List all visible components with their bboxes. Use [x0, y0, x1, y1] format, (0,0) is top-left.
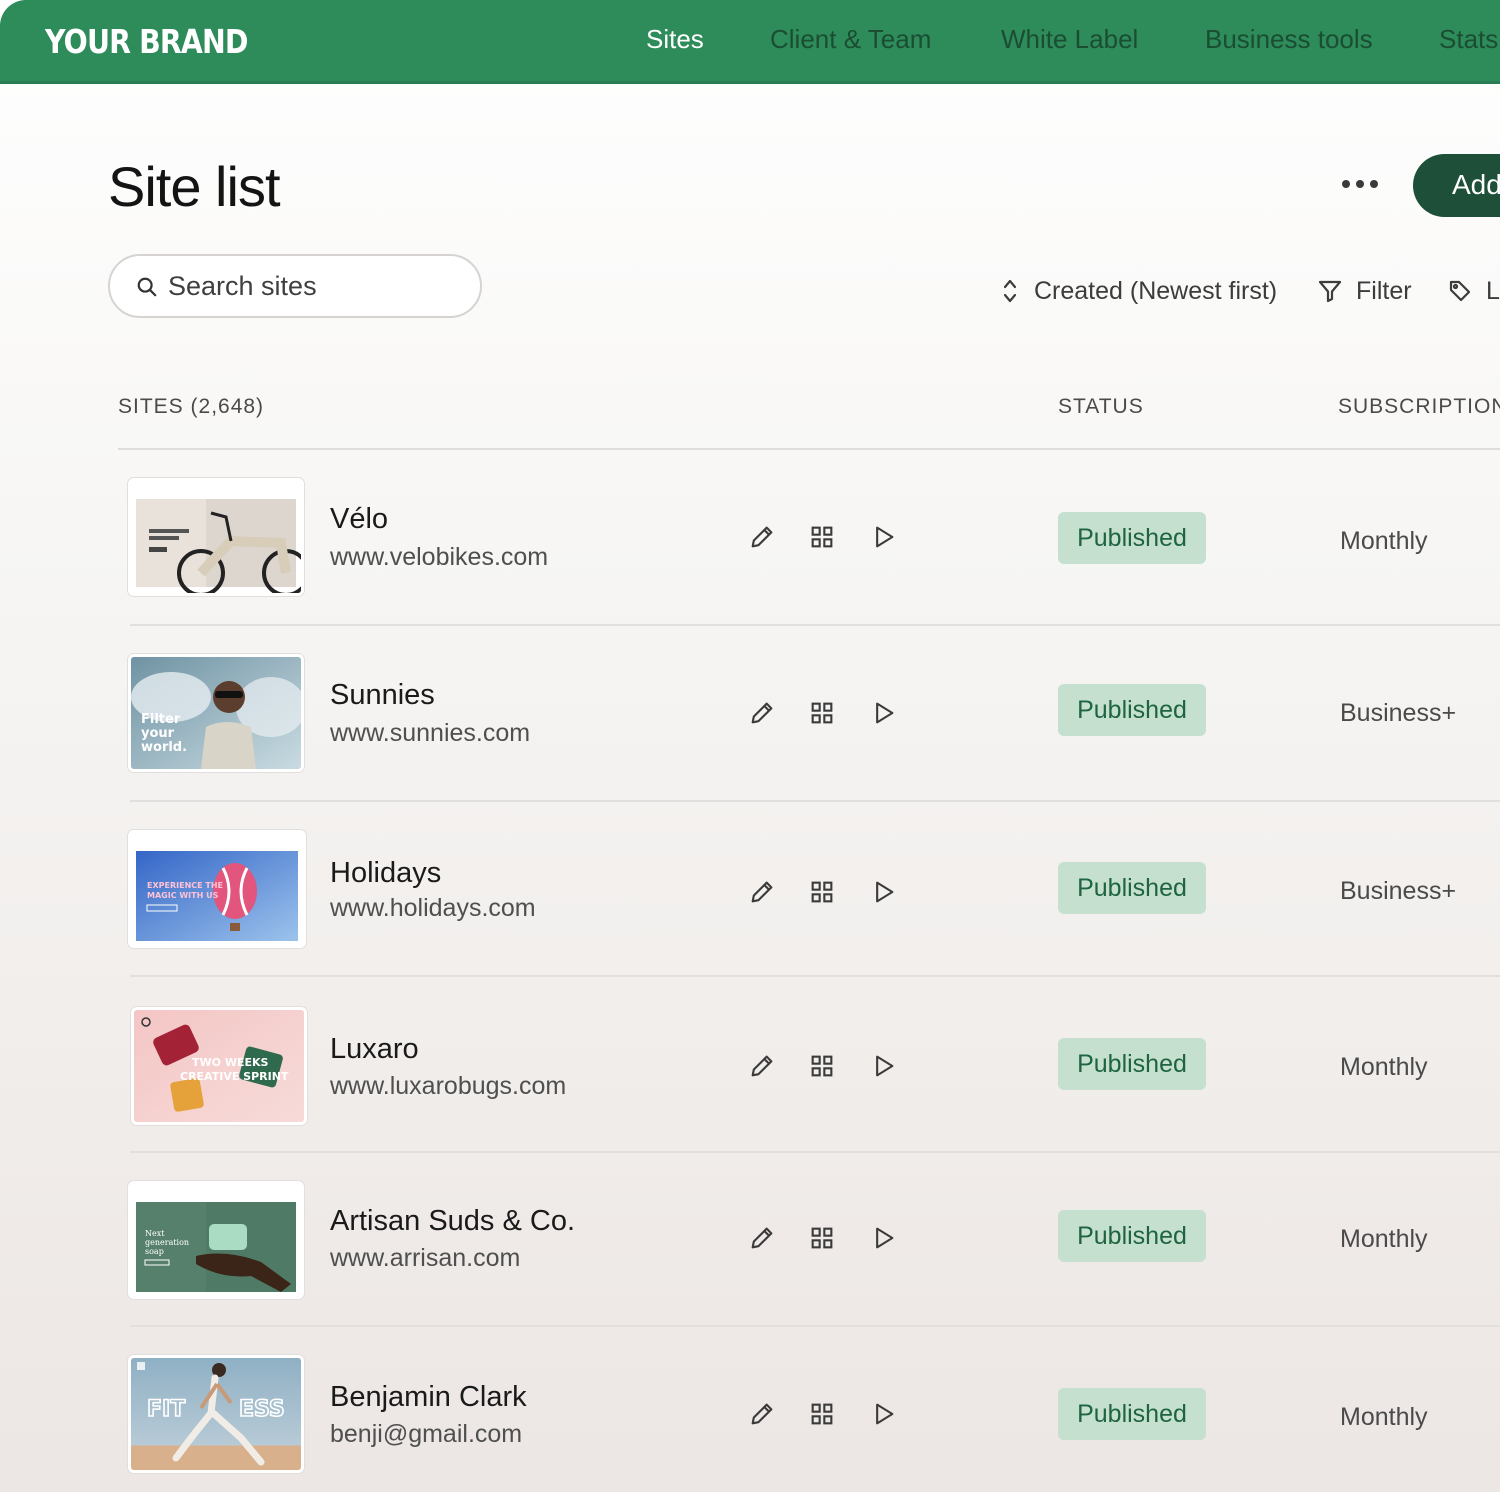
svg-text:TWO WEEKS: TWO WEEKS	[192, 1056, 269, 1069]
search-icon	[137, 277, 157, 297]
label-label: Label	[1486, 276, 1500, 305]
table-row[interactable]: Next generation soap Artisan Suds & Co. …	[0, 1153, 1500, 1329]
site-name[interactable]: Benjamin Clark	[330, 1381, 527, 1414]
grid-icon[interactable]	[808, 1400, 836, 1428]
top-navigation: YOUR BRAND Sites Client & Team White Lab…	[0, 0, 1500, 84]
nav-item-business-tools[interactable]: Business tools	[1205, 24, 1373, 55]
site-url[interactable]: www.velobikes.com	[330, 543, 548, 572]
site-thumbnail[interactable]: EXPERIENCE THE MAGIC WITH US	[128, 830, 306, 948]
svg-text:Filter: Filter	[141, 712, 181, 727]
nav-item-client-team[interactable]: Client & Team	[770, 24, 931, 55]
pencil-icon[interactable]	[748, 878, 776, 906]
play-icon[interactable]	[869, 878, 897, 906]
nav-item-stats[interactable]: Stats	[1439, 24, 1498, 55]
site-thumbnail[interactable]: TWO WEEKS CREATIVE SPRINT	[131, 1007, 307, 1125]
grid-icon[interactable]	[808, 699, 836, 727]
subscription-plan: Monthly	[1340, 1225, 1428, 1253]
brand-logo[interactable]: YOUR BRAND	[45, 22, 248, 61]
subscription-plan: Business+	[1340, 877, 1457, 905]
nav-item-sites[interactable]: Sites	[646, 24, 704, 55]
subscription-plan: Monthly	[1340, 527, 1428, 555]
search-input[interactable]	[168, 266, 458, 306]
svg-text:FIT: FIT	[147, 1397, 185, 1422]
status-badge: Published	[1058, 1210, 1206, 1262]
play-icon[interactable]	[869, 1224, 897, 1252]
site-url[interactable]: www.sunnies.com	[330, 719, 530, 748]
play-icon[interactable]	[869, 1400, 897, 1428]
add-site-button[interactable]: Add	[1413, 154, 1500, 217]
sort-dropdown[interactable]: Created (Newest first)	[1000, 274, 1277, 308]
sort-label: Created (Newest first)	[1034, 276, 1278, 305]
svg-text:your: your	[141, 726, 175, 741]
label-button[interactable]: Label	[1448, 274, 1500, 308]
filter-icon	[1318, 280, 1342, 303]
site-name[interactable]: Holidays	[330, 857, 441, 890]
subscription-plan: Business+	[1340, 699, 1457, 727]
site-url[interactable]: www.holidays.com	[330, 894, 536, 923]
site-thumbnail[interactable]: FIT ESS	[128, 1355, 304, 1473]
site-name[interactable]: Vélo	[330, 503, 388, 536]
more-options-button[interactable]	[1336, 168, 1384, 200]
status-badge: Published	[1058, 1388, 1206, 1440]
site-url[interactable]: benji@gmail.com	[330, 1420, 522, 1449]
site-thumbnail[interactable]	[128, 478, 304, 596]
table-row[interactable]: TWO WEEKS CREATIVE SPRINT Luxaro www.lux…	[0, 977, 1500, 1153]
pencil-icon[interactable]	[748, 699, 776, 727]
site-thumbnail[interactable]: Filter your world.	[128, 654, 304, 772]
status-badge: Published	[1058, 862, 1206, 914]
table-row[interactable]: Vélo www.velobikes.com Published Monthly	[0, 450, 1500, 626]
site-name[interactable]: Sunnies	[330, 679, 435, 712]
status-badge: Published	[1058, 1038, 1206, 1090]
pencil-icon[interactable]	[748, 523, 776, 551]
site-thumbnail[interactable]: Next generation soap	[128, 1181, 304, 1299]
svg-text:MAGIC WITH US: MAGIC WITH US	[147, 891, 219, 900]
pencil-icon[interactable]	[748, 1052, 776, 1080]
subscription-plan: Monthly	[1340, 1403, 1428, 1431]
site-name[interactable]: Luxaro	[330, 1033, 419, 1066]
svg-text:soap: soap	[145, 1247, 164, 1256]
site-url[interactable]: www.luxarobugs.com	[330, 1072, 566, 1101]
page-title: Site list	[108, 155, 280, 218]
nav-item-white-label[interactable]: White Label	[1001, 24, 1138, 55]
pencil-icon[interactable]	[748, 1400, 776, 1428]
play-icon[interactable]	[869, 523, 897, 551]
grid-icon[interactable]	[808, 523, 836, 551]
play-icon[interactable]	[869, 699, 897, 727]
svg-text:Next: Next	[145, 1229, 165, 1238]
svg-text:ESS: ESS	[239, 1397, 285, 1422]
site-name[interactable]: Artisan Suds & Co.	[330, 1205, 575, 1238]
svg-text:generation: generation	[145, 1238, 189, 1247]
svg-text:world.: world.	[141, 740, 187, 755]
status-badge: Published	[1058, 512, 1206, 564]
table-row[interactable]: Filter your world. Sunnies www.sunnies.c…	[0, 626, 1500, 802]
column-header-status[interactable]: STATUS	[1058, 395, 1144, 419]
search-box[interactable]	[108, 254, 482, 318]
table-row[interactable]: FIT ESS Benjamin Clark benji@gmail.com P…	[0, 1327, 1500, 1492]
grid-icon[interactable]	[808, 1052, 836, 1080]
app-frame: YOUR BRAND Sites Client & Team White Lab…	[0, 0, 1500, 1492]
column-header-sites[interactable]: SITES (2,648)	[118, 395, 264, 419]
play-icon[interactable]	[869, 1052, 897, 1080]
table-row[interactable]: EXPERIENCE THE MAGIC WITH US Holidays ww…	[0, 802, 1500, 978]
filter-button[interactable]: Filter	[1318, 274, 1412, 308]
sort-icon	[1003, 279, 1017, 303]
filter-label: Filter	[1356, 276, 1412, 305]
svg-text:EXPERIENCE THE: EXPERIENCE THE	[147, 881, 223, 890]
tag-icon	[1449, 280, 1471, 302]
pencil-icon[interactable]	[748, 1224, 776, 1252]
status-badge: Published	[1058, 684, 1206, 736]
subscription-plan: Monthly	[1340, 1053, 1428, 1081]
column-header-subscription[interactable]: SUBSCRIPTION	[1338, 395, 1500, 419]
more-horizontal-icon	[1342, 180, 1350, 188]
site-url[interactable]: www.arrisan.com	[330, 1244, 520, 1273]
grid-icon[interactable]	[808, 878, 836, 906]
grid-icon[interactable]	[808, 1224, 836, 1252]
svg-text:CREATIVE SPRINT: CREATIVE SPRINT	[180, 1070, 289, 1083]
